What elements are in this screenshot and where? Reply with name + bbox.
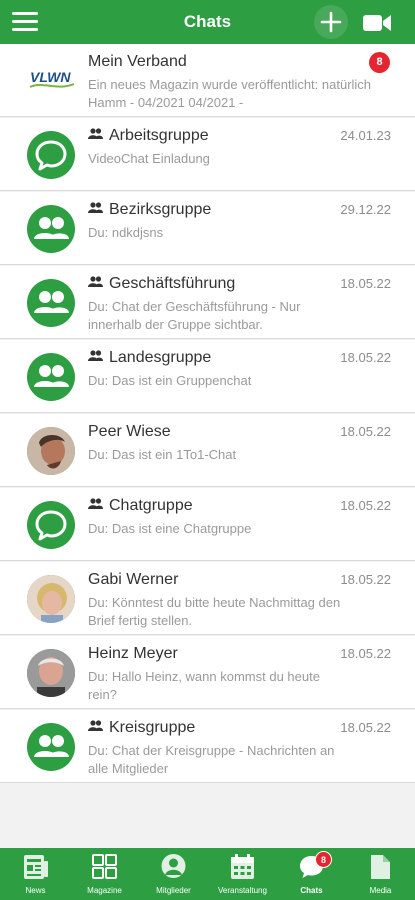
chat-date: 18.05.22 (340, 720, 391, 735)
video-camera-icon[interactable] (362, 12, 392, 34)
chat-name-text: Heinz Meyer (88, 645, 178, 662)
chat-preview: Du: Das ist ein Gruppenchat (88, 373, 252, 388)
group-indicator-icon (88, 350, 103, 361)
chat-name: Kreisgruppe (88, 719, 195, 737)
chat-row[interactable]: Chatgruppe Du: Das ist eine Chatgruppe 18.… (0, 488, 415, 561)
chat-preview: Du: Könntest du bitte heute Nachmittag d… (88, 595, 341, 628)
chat-name: Geschäftsführung (88, 275, 235, 293)
tab-news[interactable]: News (1, 848, 70, 900)
chat-row[interactable]: Gabi Werner Du: Könntest du bitte heute N… (0, 562, 415, 635)
tab-mitglieder[interactable]: Mitglieder (139, 848, 208, 900)
chat-preview: Ein neues Magazin wurde veröffentlicht: … (88, 77, 372, 110)
chat-name: Arbeitsgruppe (88, 127, 209, 145)
chat-row[interactable]: Heinz Meyer Du: Hallo Heinz, wann kommst … (0, 636, 415, 709)
chat-date: 29.12.22 (340, 202, 391, 217)
chat-name-text: Chatgruppe (109, 497, 193, 514)
chat-preview: Du: Das ist eine Chatgruppe (88, 521, 252, 536)
tab-media[interactable]: Media (346, 848, 415, 900)
chat-date: 18.05.22 (340, 350, 391, 365)
unread-badge: 8 (369, 52, 390, 73)
chat-preview: Du: Das ist ein 1To1-Chat (88, 447, 237, 462)
tab-label: Veranstaltung (218, 886, 267, 895)
chat-row[interactable]: Landesgruppe Du: Das ist ein Gruppenchat 1… (0, 340, 415, 413)
chat-row[interactable]: Kreisgruppe Du: Chat der Kreisgruppe - Na… (0, 710, 415, 783)
app-header: Chats (0, 0, 415, 44)
plus-icon[interactable] (314, 5, 348, 39)
tab-chats[interactable]: 8 Chats (277, 848, 346, 900)
chat-name: Landesgruppe (88, 349, 211, 367)
chat-list: VLWN Mein Verband Ein neues Magazin wurde … (0, 44, 415, 784)
chat-name-text: Bezirksgruppe (109, 201, 212, 218)
tab-veranstaltung[interactable]: Veranstaltung (208, 848, 277, 900)
avatar (27, 427, 75, 475)
chat-name-text: Geschäftsführung (109, 275, 236, 292)
avatar (27, 649, 75, 697)
chat-date: 18.05.22 (340, 572, 391, 587)
vlwn-logo: VLWN (28, 67, 76, 93)
chat-name-text: Gabi Werner (88, 571, 179, 588)
chat-name-text: Landesgruppe (109, 349, 212, 366)
chat-name: Gabi Werner (88, 571, 178, 589)
tab-label: Magazine (87, 886, 122, 895)
avatar (27, 575, 75, 623)
group-avatar-icon (27, 723, 75, 771)
chat-row[interactable]: Arbeitsgruppe VideoChat Einladung 24.01.23 (0, 118, 415, 191)
chat-bubble-icon (27, 501, 75, 549)
chat-preview: Du: Chat der Geschäftsführung - Nur inne… (88, 299, 301, 332)
chat-name: Peer Wiese (88, 423, 171, 441)
chat-preview: Du: ndkdjsns (88, 225, 164, 240)
chat-row[interactable]: Bezirksgruppe Du: ndkdjsns 29.12.22 (0, 192, 415, 265)
page-title: Chats (183, 12, 232, 31)
tab-badge: 8 (315, 851, 332, 868)
chat-preview: VideoChat Einladung (88, 151, 210, 166)
chat-name: Bezirksgruppe (88, 201, 211, 219)
group-avatar-icon (27, 353, 75, 401)
chat-row[interactable]: VLWN Mein Verband Ein neues Magazin wurde … (0, 44, 415, 117)
chat-name: Heinz Meyer (88, 645, 178, 663)
tab-magazine[interactable]: Magazine (70, 848, 139, 900)
chat-date: 18.05.22 (340, 646, 391, 661)
tab-label: Mitglieder (156, 886, 191, 895)
svg-text:VLWN: VLWN (30, 69, 71, 85)
chat-preview: Du: Chat der Kreisgruppe - Nachrichten a… (88, 743, 335, 776)
group-indicator-icon (88, 720, 103, 731)
group-indicator-icon (88, 498, 103, 509)
tab-label: News (25, 886, 46, 895)
chat-name-text: Kreisgruppe (109, 719, 196, 736)
chat-date: 18.05.22 (340, 424, 391, 439)
chat-date: 18.05.22 (340, 498, 391, 513)
group-indicator-icon (88, 202, 103, 213)
group-avatar-icon (27, 279, 75, 327)
chat-name-text: Mein Verband (88, 53, 187, 70)
chat-bubble-icon (27, 131, 75, 179)
tab-label: Media (369, 886, 392, 895)
group-indicator-icon (88, 128, 103, 139)
chat-name: Mein Verband (88, 53, 187, 71)
chat-date: 18.05.22 (340, 276, 391, 291)
group-avatar-icon (27, 205, 75, 253)
group-indicator-icon (88, 276, 103, 287)
chat-row[interactable]: Geschäftsführung Du: Chat der Geschäftsfü… (0, 266, 415, 339)
chat-date: 24.01.23 (340, 128, 391, 143)
chat-name-text: Peer Wiese (88, 423, 171, 440)
chat-preview: Du: Hallo Heinz, wann kommst du heute re… (88, 669, 320, 702)
bottom-navigation: News Magazine Mitglieder Veranstaltung 8 Chat… (0, 848, 415, 900)
chat-name: Chatgruppe (88, 497, 193, 515)
chat-row[interactable]: Peer Wiese Du: Das ist ein 1To1-Chat 18.05… (0, 414, 415, 487)
tab-label: Chats (300, 886, 323, 895)
chat-name-text: Arbeitsgruppe (109, 127, 209, 144)
